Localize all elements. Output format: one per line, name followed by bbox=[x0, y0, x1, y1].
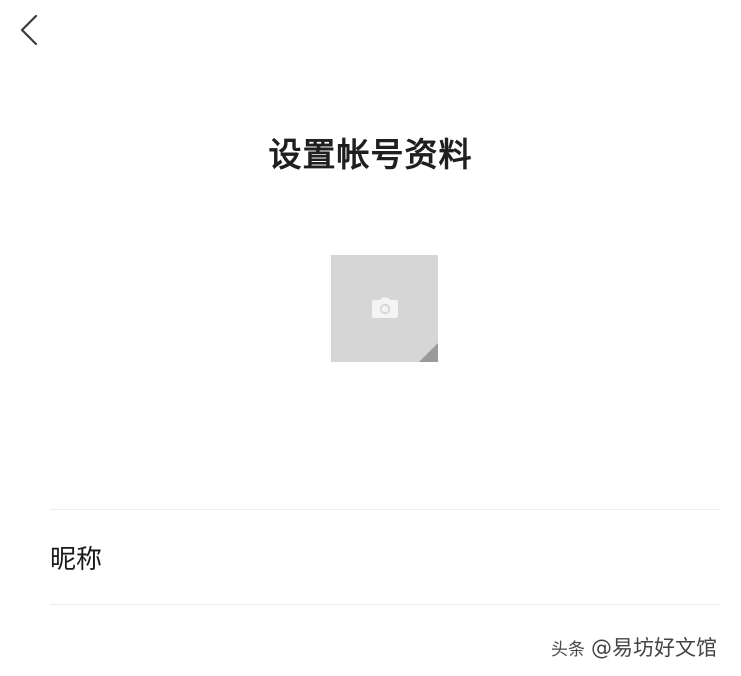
edit-corner-icon bbox=[419, 343, 438, 362]
back-button[interactable] bbox=[8, 10, 48, 50]
camera-icon bbox=[372, 297, 398, 318]
watermark: 头条 @易坊好文馆 bbox=[551, 632, 717, 662]
nickname-field[interactable]: 昵称 bbox=[50, 510, 720, 604]
chevron-left-icon bbox=[20, 14, 38, 46]
avatar-upload-button[interactable] bbox=[331, 255, 438, 362]
page-title: 设置帐号资料 bbox=[268, 135, 473, 174]
watermark-brand: @易坊好文馆 bbox=[591, 636, 717, 660]
watermark-source: 头条 bbox=[551, 640, 585, 660]
nickname-label: 昵称 bbox=[50, 544, 103, 575]
divider bbox=[50, 604, 720, 605]
